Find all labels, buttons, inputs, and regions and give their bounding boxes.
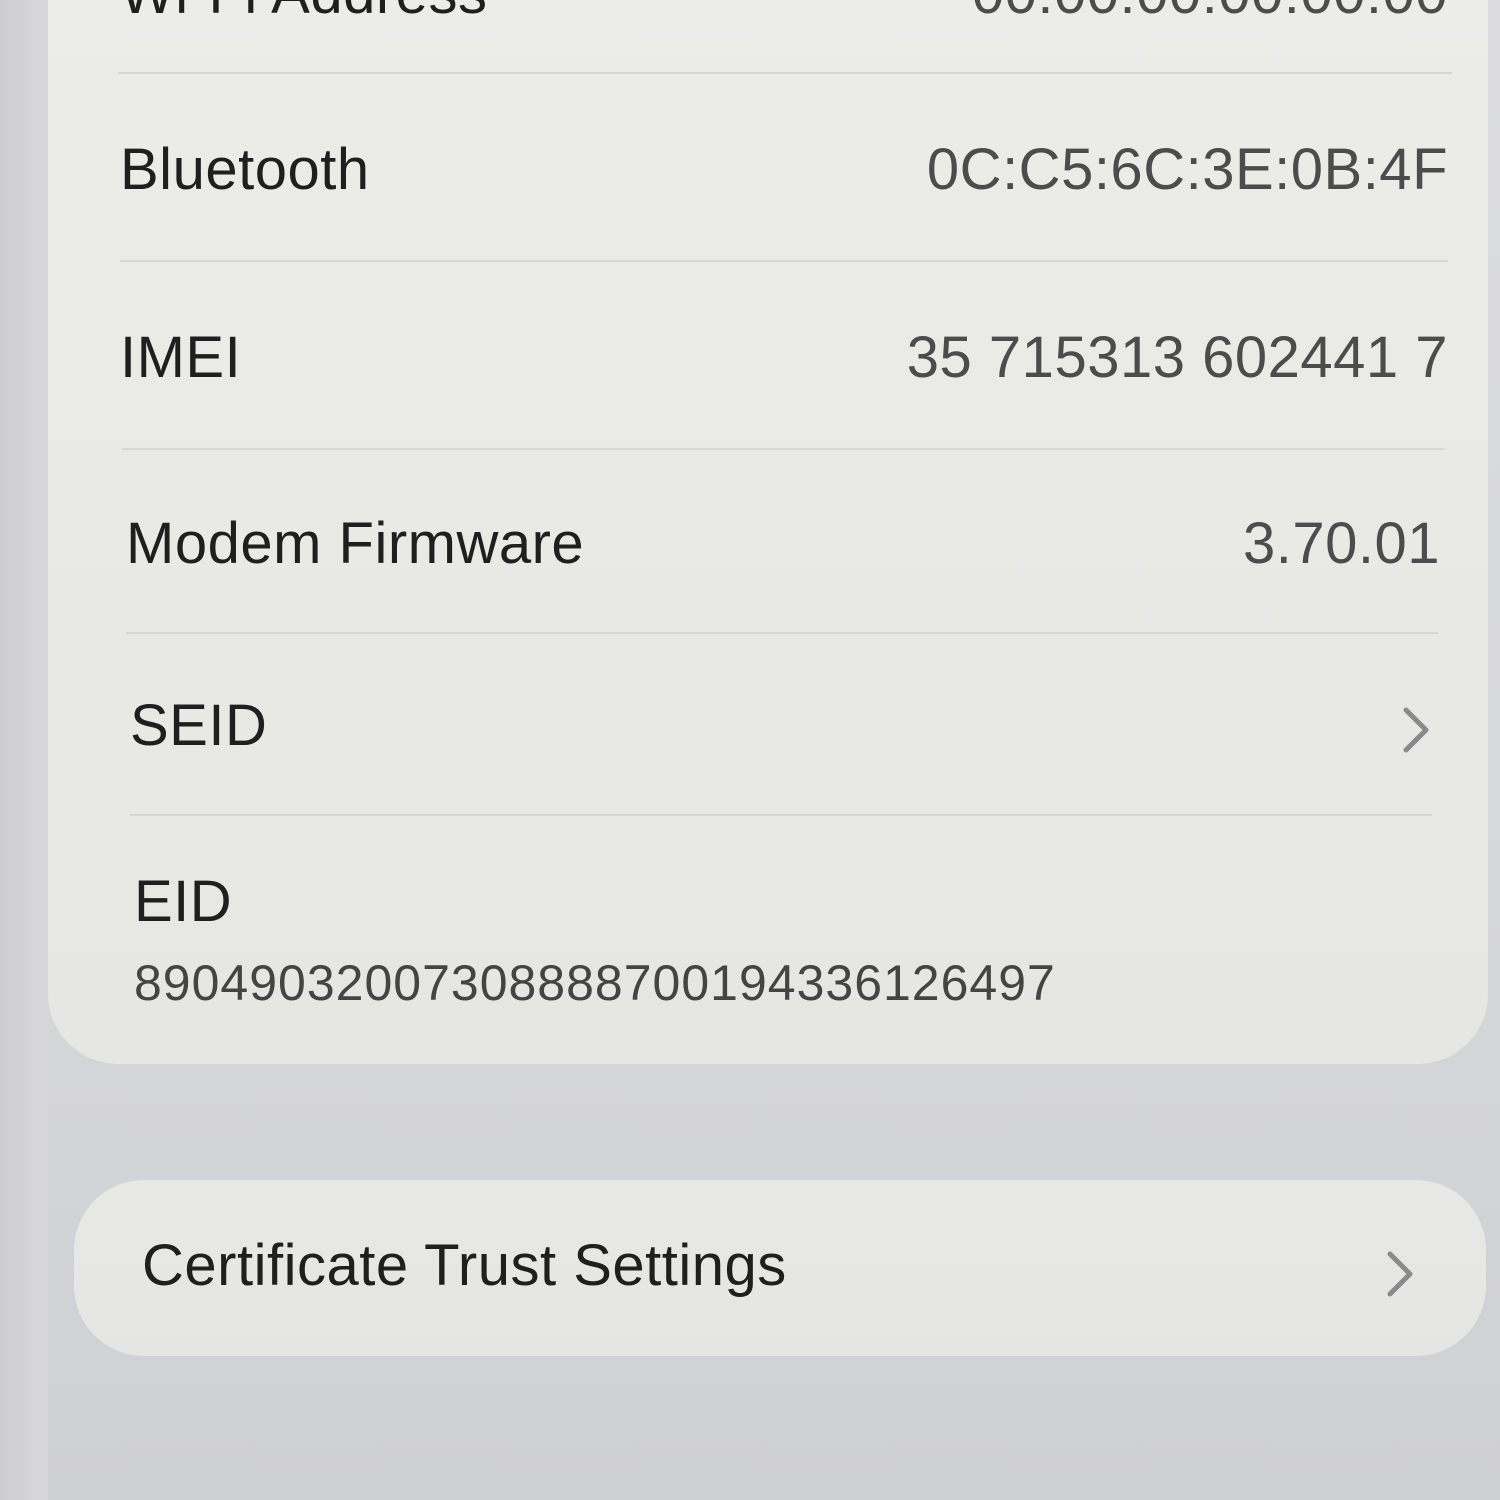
chevron-right-icon <box>1396 702 1436 758</box>
wifi-address-label: Wi-Fi Address <box>120 0 487 27</box>
modem-firmware-value: 3.70.01 <box>1242 511 1440 576</box>
certificate-trust-settings-row[interactable]: Certificate Trust Settings <box>142 1232 1420 1332</box>
divider <box>122 448 1444 450</box>
bluetooth-row: Bluetooth 0C:C5:6C:3E:0B:4F <box>120 136 1448 236</box>
left-gutter <box>0 0 48 1500</box>
seid-row[interactable]: SEID <box>130 692 1436 792</box>
divider <box>118 72 1452 74</box>
modem-firmware-label: Modem Firmware <box>126 511 585 576</box>
bluetooth-label: Bluetooth <box>120 137 370 202</box>
eid-label: EID <box>134 869 233 934</box>
wifi-address-value: 00:00:00:00:00:00 <box>972 0 1448 27</box>
eid-value: 89049032007308888700194336126497 <box>134 955 1056 1011</box>
divider <box>126 632 1438 634</box>
bluetooth-value: 0C:C5:6C:3E:0B:4F <box>926 137 1448 202</box>
modem-firmware-row: Modem Firmware 3.70.01 <box>126 510 1440 610</box>
certificate-trust-settings-label: Certificate Trust Settings <box>142 1233 787 1298</box>
imei-label: IMEI <box>120 325 242 390</box>
imei-row: IMEI 35 715313 602441 7 <box>120 324 1448 424</box>
chevron-right-icon <box>1380 1246 1420 1302</box>
seid-label: SEID <box>130 693 268 758</box>
eid-row: EID 89049032007308888700194336126497 <box>134 868 1430 1018</box>
divider <box>120 260 1448 262</box>
wifi-address-row: Wi-Fi Address 00:00:00:00:00:00 <box>120 0 1448 60</box>
imei-value: 35 715313 602441 7 <box>906 325 1448 390</box>
settings-screen: Wi-Fi Address 00:00:00:00:00:00 Bluetoot… <box>0 0 1500 1500</box>
divider <box>130 814 1432 816</box>
